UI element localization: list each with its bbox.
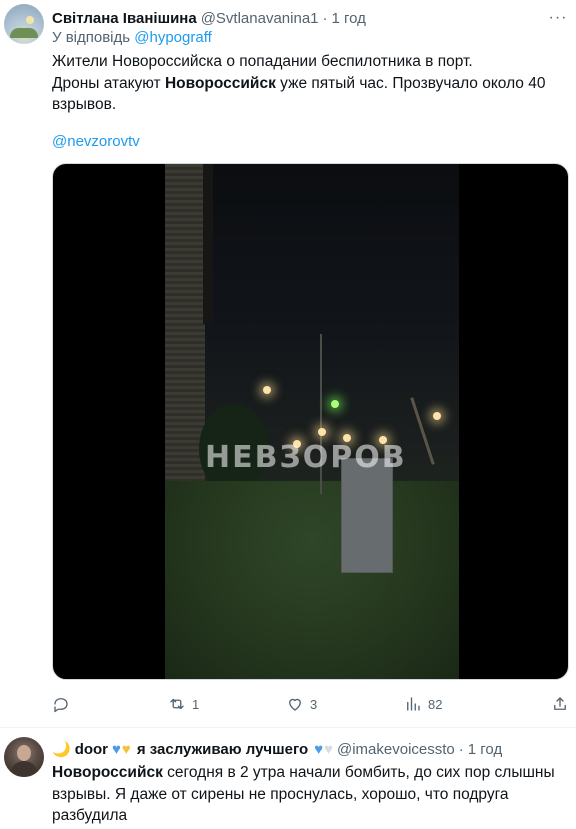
user-handle[interactable]: @imakevoicessto (337, 741, 455, 758)
retweet-count: 1 (192, 696, 200, 712)
moon-icon: 🌙 (52, 741, 71, 758)
user-handle[interactable]: @Svtlanavanina1 (201, 10, 319, 27)
share-icon (554, 697, 566, 710)
like-button[interactable]: 3 (286, 692, 317, 716)
street-light (263, 386, 271, 394)
crane-shape (410, 397, 435, 465)
tweet-actions: 1 3 82 (52, 692, 569, 716)
reply-to-line: У відповідь @hypograff (52, 29, 212, 46)
views-button[interactable]: 82 (404, 692, 442, 716)
hashtag-city: Новороссийск (164, 74, 276, 92)
avatar[interactable] (4, 737, 44, 777)
retweet-button[interactable]: 1 (168, 692, 199, 716)
yellow-heart-icon: ♥ (121, 740, 131, 758)
blue-heart-icon: ♥ (112, 740, 121, 758)
avatar-hill (10, 28, 38, 38)
tweet-header: Світлана Іванішина @Svtlanavanina1 · 1 г… (52, 8, 366, 28)
blue-heart-icon: ♥ (314, 740, 324, 758)
views-count: 82 (428, 696, 443, 712)
timestamp[interactable]: 1 год (332, 10, 366, 27)
separator: · (458, 740, 464, 758)
retweet-icon (170, 698, 184, 710)
avatar-body (10, 761, 38, 777)
mention-link[interactable]: @nevzorovtv (52, 133, 140, 150)
reply-button[interactable] (52, 692, 76, 716)
more-horizontal-icon[interactable]: ··· (548, 8, 568, 28)
utility-box (341, 458, 393, 573)
hashtag-city: Новороссийск (52, 764, 163, 781)
tweet[interactable]: 🌙 door ♥ ♥ я заслуживаю лучшего ♥ ♥ @ima… (0, 729, 576, 829)
avatar-face (17, 745, 31, 761)
avatar[interactable] (4, 4, 44, 44)
ground-shape (165, 481, 459, 679)
like-count: 3 (310, 696, 318, 712)
street-light (433, 412, 441, 420)
share-button[interactable] (551, 692, 569, 716)
green-light (331, 400, 339, 408)
tweet-text: Новороссийск сегодня в 2 утра начали бом… (52, 762, 567, 827)
reply-icon (54, 698, 68, 713)
street-light (318, 428, 326, 436)
text-pre: Дроны атакуют (52, 74, 165, 92)
avatar-sun (26, 16, 34, 24)
video-media[interactable]: НЕВЗОРОВ (52, 163, 569, 680)
separator: · (322, 9, 328, 27)
display-name-middle[interactable]: я заслуживаю лучшего (137, 741, 308, 758)
display-name[interactable]: Світлана Іванішина (52, 10, 197, 27)
reply-handle-link[interactable]: @hypograff (134, 29, 212, 46)
timestamp[interactable]: 1 год (468, 741, 502, 758)
tweet-header: 🌙 door ♥ ♥ я заслуживаю лучшего ♥ ♥ @ima… (52, 739, 502, 759)
heart-icon (289, 698, 301, 711)
video-frame[interactable]: НЕВЗОРОВ (165, 164, 459, 679)
display-name[interactable]: door (75, 741, 108, 758)
video-watermark: НЕВЗОРОВ (205, 440, 407, 475)
views-chart-icon (407, 697, 420, 711)
white-heart-icon: ♥ (324, 740, 333, 758)
tweet-text-line2: Дроны атакуют Новороссийск уже пятый час… (52, 73, 567, 116)
tweet-text-line1: Жители Новороссийска о попадании беспило… (52, 53, 473, 70)
reply-prefix: У відповідь (52, 29, 131, 46)
tweet[interactable]: Світлана Іванішина @Svtlanavanina1 · 1 г… (0, 0, 576, 728)
tweet-text: Жители Новороссийска о попадании беспило… (52, 51, 567, 116)
